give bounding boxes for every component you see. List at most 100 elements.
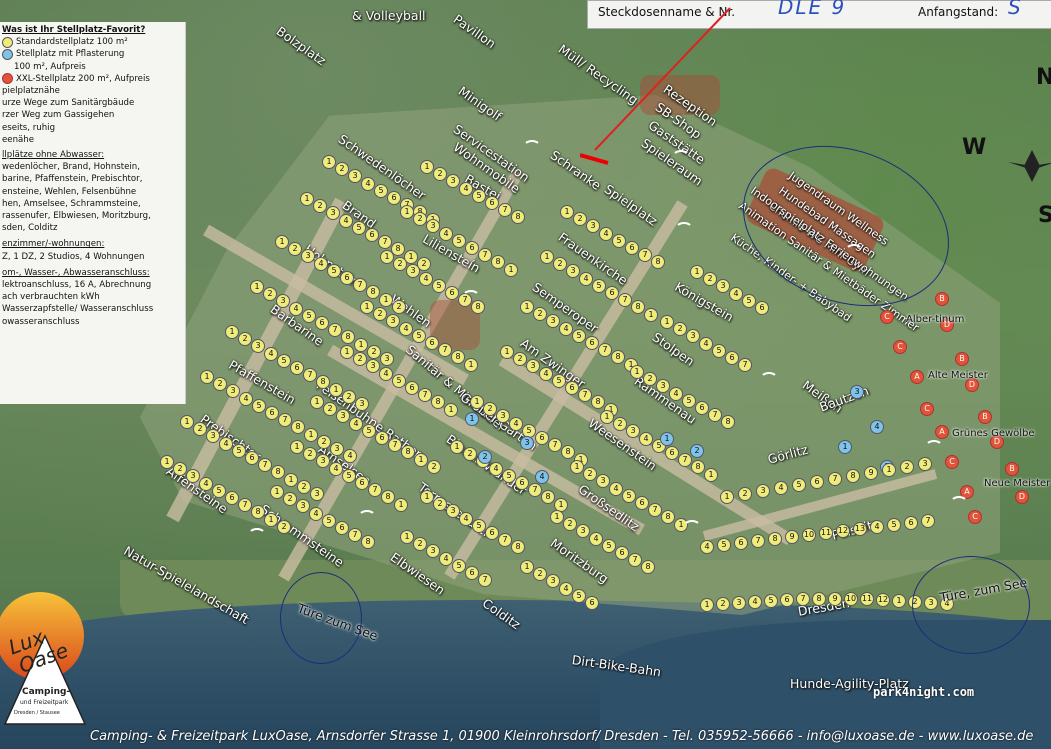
- legend-panel: Was ist Ihr Stellplatz-Favorit? Standard…: [0, 22, 186, 404]
- pitch-marker: 4: [309, 506, 323, 521]
- pitch-marker: 1: [420, 490, 434, 504]
- pitch-marker: 6: [365, 228, 379, 242]
- pitch-marker: B: [978, 410, 992, 424]
- legend-noww: wedenlöcher, Brand, Hohnstein,: [2, 162, 140, 173]
- pitch-marker: 1: [275, 235, 289, 249]
- pitch-marker: 6: [355, 476, 369, 490]
- svg-text:Dresden / Stausee: Dresden / Stausee: [14, 710, 60, 716]
- pitch-marker: 3: [850, 385, 864, 399]
- pitch-marker: 1: [644, 307, 658, 322]
- pitch-marker: 6: [755, 301, 769, 315]
- pitch-marker: 6: [265, 406, 279, 420]
- pitch-marker: 6: [387, 191, 401, 205]
- pitch-marker: 6: [405, 381, 419, 395]
- pitch-marker: 6: [335, 521, 349, 535]
- pitch-marker: 4: [870, 520, 884, 534]
- pitch-marker: 4: [509, 416, 523, 431]
- pitch-marker: 4: [539, 366, 553, 381]
- area-label: Pavillon: [450, 11, 499, 52]
- pitch-marker: 1: [690, 265, 704, 279]
- pitch-marker: 5: [432, 278, 446, 293]
- pitch-marker: 4: [314, 256, 328, 271]
- pitch-marker: 2: [317, 434, 331, 449]
- legend-item: 100 m², Aufpreis: [14, 61, 86, 72]
- pitch-marker: 5: [622, 488, 636, 503]
- pitch-marker: 6: [465, 241, 479, 255]
- pitch-marker: 6: [425, 336, 439, 350]
- pitch-marker: 3: [380, 352, 394, 366]
- pitch-marker: 1: [270, 485, 284, 499]
- pitch-marker: 6: [585, 336, 599, 350]
- pitch-marker: 6: [225, 491, 239, 505]
- pitch-marker: 1: [500, 345, 514, 359]
- legend-rooms: Z, 1 DZ, 2 Studios, 4 Wohnungen: [2, 251, 145, 262]
- wifi-icon: [950, 496, 968, 510]
- pitch-marker: 4: [774, 481, 788, 495]
- pitch-marker: 1: [360, 300, 374, 314]
- pitch-marker: 6: [725, 351, 739, 365]
- pitch-marker: 12: [876, 593, 890, 607]
- pitch-marker: 1: [284, 472, 298, 487]
- pitch-marker: 1: [450, 440, 464, 454]
- pitch-marker: A: [910, 370, 924, 384]
- pitch-marker: 6: [515, 476, 529, 490]
- pitch-marker: 1: [340, 345, 354, 359]
- pitch-marker: 5: [502, 468, 516, 483]
- pitch-marker: 9: [864, 466, 878, 480]
- pitch-marker: 4: [439, 551, 453, 566]
- pitch-marker: 1: [379, 292, 393, 307]
- pitch-marker: 4: [459, 181, 473, 196]
- pitch-marker: 1: [600, 410, 614, 424]
- pitch-marker: 7: [828, 472, 842, 486]
- pitch-marker: 1: [400, 530, 414, 544]
- pitch-marker: 7: [751, 534, 765, 548]
- pitch-marker: 4: [699, 336, 713, 351]
- legend-noww: hen, Amselsee, Schrammsteine,: [2, 198, 141, 209]
- pitch-marker: 6: [245, 451, 259, 465]
- pitch-marker: B: [935, 292, 949, 306]
- pitch-marker: 4: [599, 226, 613, 241]
- pitch-marker: 6: [315, 316, 329, 330]
- legend-noww: sden, Colditz: [2, 223, 58, 234]
- pitch-marker: 5: [374, 183, 388, 198]
- pitch-marker: 4: [439, 226, 453, 241]
- pitch-marker: 4: [239, 391, 253, 406]
- wifi-icon: [760, 372, 778, 386]
- pitch-marker: 5: [712, 343, 726, 358]
- pitch-marker: 2: [738, 487, 752, 501]
- pitch-marker: 4: [361, 176, 375, 191]
- pitch-marker: 1: [882, 463, 896, 477]
- pitch-marker: B: [1005, 462, 1019, 476]
- luxoase-logo: Lux Oase Camping- und Freizeitpark Dresd…: [0, 592, 87, 725]
- legend-noww-title: llplätze ohne Abwasser:: [2, 150, 105, 161]
- legend-item: Standardstellplatz 100 m²: [16, 37, 128, 48]
- pitch-marker: 1: [304, 427, 318, 442]
- pitch-marker: 5: [592, 278, 606, 293]
- pitch-marker: 6: [375, 431, 389, 445]
- pitch-marker: 2: [392, 299, 406, 314]
- legend-near: pielplatznähe: [2, 86, 60, 97]
- pitch-marker: 4: [669, 386, 683, 401]
- pitch-marker: 6: [810, 475, 824, 489]
- pitch-marker: 5: [572, 328, 586, 343]
- pitch-marker: 2: [900, 460, 914, 474]
- pitch-marker: 4: [700, 540, 714, 554]
- pitch-marker: 1: [420, 160, 434, 174]
- pitch-marker: 5: [552, 373, 566, 388]
- paved-pitch-icon: [2, 49, 13, 60]
- pitch-marker: 4: [459, 511, 473, 526]
- wifi-icon: [672, 150, 690, 164]
- pitch-marker: 1: [414, 452, 428, 467]
- pitch-marker: 5: [612, 233, 626, 248]
- pitch-marker: 4: [609, 481, 623, 496]
- pitch-marker: 5: [232, 443, 246, 458]
- watermark: park4night.com: [873, 685, 975, 699]
- pitch-marker: 5: [572, 588, 586, 603]
- pitch-marker: 5: [452, 233, 466, 248]
- legend-conn-title: om-, Wasser-, Abwasseranschluss:: [2, 267, 150, 278]
- wifi-icon: [925, 440, 943, 454]
- pitch-marker: 13: [853, 522, 867, 536]
- pitch-marker: 1: [540, 250, 554, 264]
- pitch-marker: 1: [550, 510, 564, 524]
- legend-near: eenähe: [2, 134, 35, 145]
